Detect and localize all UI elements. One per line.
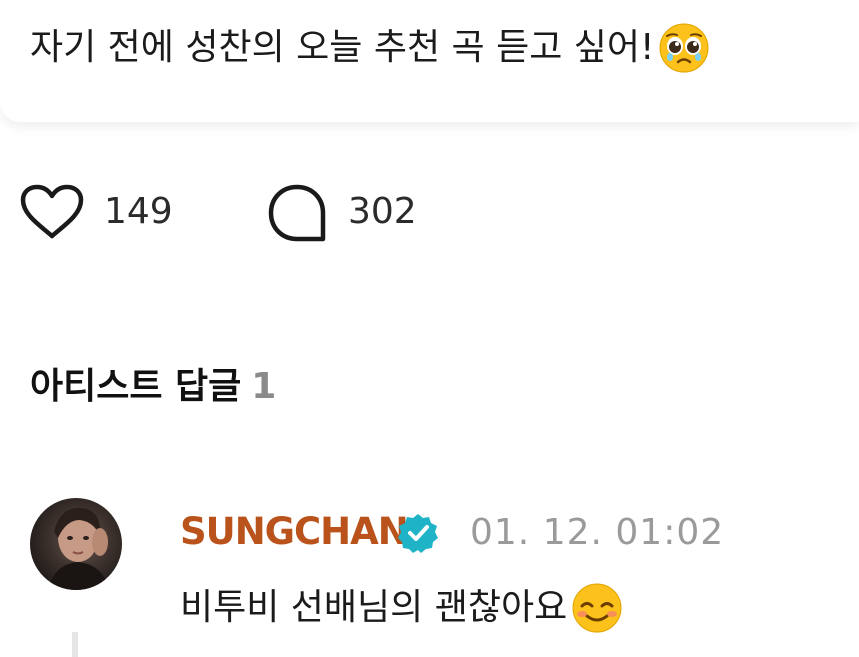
verified-badge-icon (398, 514, 438, 553)
reply-author[interactable]: SUNGCHAN (180, 508, 409, 556)
comment-count: 302 (348, 191, 417, 232)
artist-replies-heading: 아티스트 답글 1 (30, 362, 276, 412)
thread-line (72, 632, 78, 657)
smiling-face-emoji-icon (572, 583, 622, 633)
post-card: 자기 전에 성찬의 오늘 추천 곡 듣고 싶어! (0, 0, 859, 122)
avatar-portrait (48, 507, 110, 590)
reply-body: 비투비 선배님의 괜찮아요 (180, 587, 568, 628)
avatar[interactable] (30, 498, 122, 590)
artist-replies-count: 1 (251, 366, 277, 407)
like-count: 149 (104, 191, 173, 232)
reply-timestamp: 01. 12. 01:02 (470, 512, 725, 553)
comment-bubble-icon[interactable] (266, 182, 328, 244)
reply-text: 비투비 선배님의 괜찮아요 (180, 582, 623, 634)
post-text: 자기 전에 성찬의 오늘 추천 곡 듣고 싶어! (30, 22, 710, 74)
post-actions: 149 302 (0, 172, 859, 248)
artist-replies-title: 아티스트 답글 (30, 366, 242, 407)
heart-icon[interactable] (18, 182, 86, 242)
post-body: 자기 전에 성찬의 오늘 추천 곡 듣고 싶어! (30, 27, 655, 68)
pleading-face-emoji-icon (659, 23, 709, 73)
